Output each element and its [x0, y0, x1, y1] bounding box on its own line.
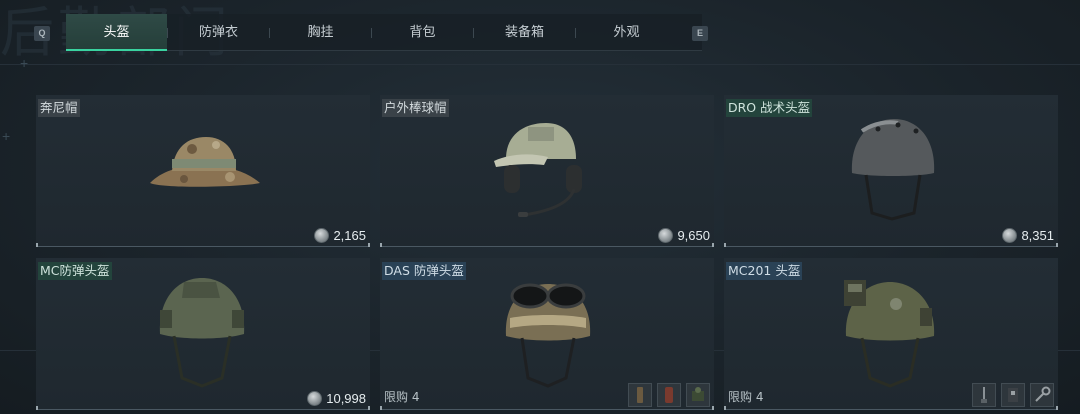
card-corner-tick: [368, 243, 370, 247]
card-underline: [36, 409, 370, 410]
tab-chest-rig[interactable]: 胸挂: [270, 14, 371, 50]
item-name: 户外棒球帽: [382, 99, 449, 117]
card-corner-tick: [36, 406, 38, 410]
card-underline: [724, 409, 1058, 410]
baseball-cap-headset-icon: [494, 123, 582, 217]
tab-body-armor[interactable]: 防弹衣: [168, 14, 269, 50]
card-corner-tick: [724, 243, 726, 247]
price-value: 9,650: [677, 228, 710, 243]
price-value: 2,165: [333, 228, 366, 243]
boonie-hat-icon: [150, 137, 260, 187]
price-tag: 9,650: [658, 228, 710, 243]
key-mod-icon[interactable]: [1030, 383, 1054, 407]
mc201-helmet-icon: [844, 280, 935, 388]
item-card-dro-helmet[interactable]: DRO 战术头盔 8,351: [724, 95, 1058, 247]
coin-icon: [314, 228, 330, 243]
tactical-light-mod-icon[interactable]: [686, 383, 710, 407]
das-helmet-icon: [505, 283, 591, 388]
card-corner-tick: [380, 406, 382, 410]
item-name: MC防弹头盔: [38, 262, 112, 280]
item-name: 奔尼帽: [38, 99, 80, 117]
mc-helmet-icon: [159, 278, 245, 388]
item-card-baseball-cap[interactable]: 户外棒球帽 9,650: [380, 95, 714, 247]
card-corner-tick: [1056, 406, 1058, 410]
card-underline: [36, 246, 370, 247]
item-name: DRO 战术头盔: [726, 99, 813, 117]
coin-icon: [1002, 228, 1018, 243]
crosshair-marker: +: [2, 128, 11, 144]
tab-equipment-box[interactable]: 装备箱: [474, 14, 575, 50]
coin-icon: [658, 228, 674, 243]
grid-line: [0, 64, 1080, 65]
price-value: 8,351: [1021, 228, 1054, 243]
item-name: DAS 防弹头盔: [382, 262, 466, 280]
card-underline: [380, 246, 714, 247]
price-tag: 8,351: [1002, 228, 1054, 243]
card-corner-tick: [36, 243, 38, 247]
tab-helmet[interactable]: 头盔: [66, 14, 167, 51]
prev-tab-key-hint[interactable]: Q: [34, 26, 50, 41]
item-card-mc201-helmet[interactable]: MC201 头盔 限购 4: [724, 258, 1058, 410]
price-value: 10,998: [326, 391, 366, 406]
item-card-das-helmet[interactable]: DAS 防弹头盔 限购 4: [380, 258, 714, 410]
card-underline: [724, 246, 1058, 247]
card-corner-tick: [712, 243, 714, 247]
battery-mod-icon[interactable]: [1001, 383, 1025, 407]
flashlight-mod-icon[interactable]: [628, 383, 652, 407]
antenna-mod-icon[interactable]: [972, 383, 996, 407]
category-tab-bar: Q 头盔 防弹衣 胸挂 背包 装备箱 外观 E: [26, 14, 708, 52]
card-corner-tick: [724, 406, 726, 410]
card-corner-tick: [712, 406, 714, 410]
tab-backpack[interactable]: 背包: [372, 14, 473, 50]
card-corner-tick: [380, 243, 382, 247]
dro-helmet-icon: [851, 119, 935, 221]
card-corner-tick: [368, 406, 370, 410]
canister-mod-icon[interactable]: [657, 383, 681, 407]
price-tag: 10,998: [307, 391, 366, 406]
crosshair-marker: +: [20, 55, 29, 71]
item-name: MC201 头盔: [726, 262, 803, 280]
purchase-limit: 限购 4: [728, 390, 764, 404]
price-tag: 2,165: [314, 228, 366, 243]
tab-appearance[interactable]: 外观: [576, 14, 677, 50]
card-underline: [380, 409, 714, 410]
purchase-limit: 限购 4: [384, 390, 420, 404]
item-card-boonie-hat[interactable]: 奔尼帽 2,165: [36, 95, 370, 247]
coin-icon: [307, 391, 323, 406]
item-card-mc-helmet[interactable]: MC防弹头盔 10,998: [36, 258, 370, 410]
next-tab-key-hint[interactable]: E: [692, 26, 708, 41]
card-corner-tick: [1056, 243, 1058, 247]
